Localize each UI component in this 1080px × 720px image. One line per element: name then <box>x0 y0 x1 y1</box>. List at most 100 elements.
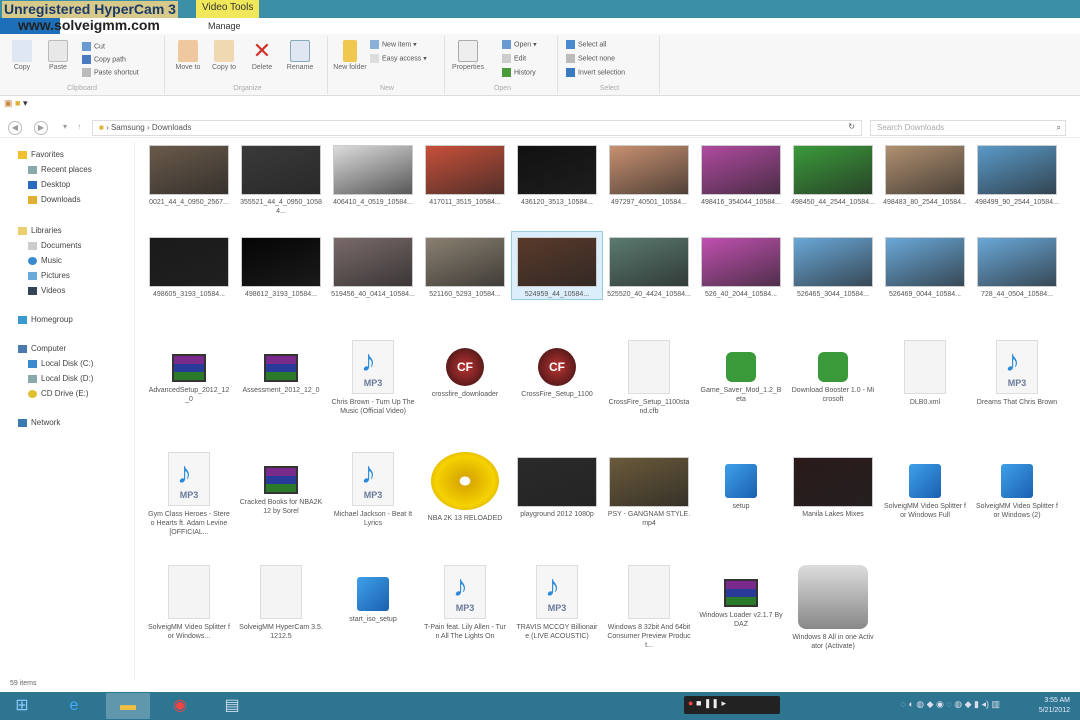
nav-videos[interactable]: Videos <box>28 286 65 295</box>
delete-button[interactable]: ✕ Delete <box>244 40 280 72</box>
file-item[interactable]: Assessment_2012_12_0 <box>236 340 326 395</box>
search-input[interactable]: Search Downloads ⌕ <box>870 120 1066 136</box>
file-item[interactable]: CF crossfire_downloader <box>420 340 510 399</box>
file-item[interactable]: 526469_0044_10584... <box>880 232 970 299</box>
file-item[interactable]: 498605_3193_10584... <box>144 232 234 299</box>
record-icon[interactable]: ● <box>688 698 693 708</box>
file-item[interactable]: 498416_354044_10584... <box>696 140 786 207</box>
nav-network[interactable]: Network <box>18 418 60 427</box>
new-item-button[interactable]: New item ▾ <box>370 40 417 49</box>
easy-access-button[interactable]: Easy access ▾ <box>370 54 427 63</box>
file-item[interactable]: ♪ MP3 Dreams That Chris Brown <box>972 340 1062 407</box>
back-button[interactable]: ◀ <box>8 121 22 135</box>
clock[interactable]: 3:55 AM 5/21/2012 <box>1039 696 1070 716</box>
file-item[interactable]: 526465_3044_10584... <box>788 232 878 299</box>
file-item[interactable]: ♪ MP3 TRAVIS MCCOY Billionaire (LIVE ACOUS… <box>512 565 602 641</box>
file-item[interactable]: 497297_40501_10584... <box>604 140 694 207</box>
file-item[interactable]: 406410_4_0519_10584... <box>328 140 418 207</box>
system-tray[interactable]: ◌ ◐ ◍ ◆ ◉ ◌ ◍ ◆ ▮ ◂) ▥ <box>900 699 1000 710</box>
file-item[interactable]: Download Booster 1.0 - Microsoft <box>788 340 878 404</box>
copy-to-button[interactable]: Copy to <box>206 40 242 71</box>
hypercam-recorder-controls[interactable]: ● ■ ❚❚ ▸ <box>684 696 780 714</box>
tab-manage[interactable]: Manage <box>208 21 241 31</box>
refresh-icon[interactable]: ↻ <box>848 122 855 131</box>
file-item[interactable]: 436120_3513_10584... <box>512 140 602 207</box>
cut-button[interactable]: Cut <box>82 42 105 51</box>
file-item[interactable]: NBA 2K 13 RELOADED <box>420 452 510 523</box>
customize-dropdown-icon[interactable]: ▾ <box>23 98 28 108</box>
file-item[interactable]: playground 2012 1080p <box>512 452 602 519</box>
copy-button[interactable]: Copy <box>4 40 40 71</box>
file-item[interactable]: 524959_44_10584... <box>511 231 603 300</box>
nav-pictures[interactable]: Pictures <box>28 271 70 280</box>
taskbar-google-chrome[interactable]: ◉ <box>158 693 202 719</box>
nav-recent-places[interactable]: Recent places <box>28 165 92 174</box>
invert-selection-button[interactable]: Invert selection <box>566 68 625 77</box>
nav-homegroup[interactable]: Homegroup <box>18 315 73 324</box>
file-item[interactable]: Game_Saver_Mod_1.2_Beta <box>696 340 786 404</box>
rename-button[interactable]: Rename <box>282 40 318 71</box>
paste-shortcut-button[interactable]: Paste shortcut <box>82 68 139 77</box>
file-item[interactable]: ♪ MP3 Chris Brown - Turn Up The Music (Off… <box>328 340 418 416</box>
paste-button[interactable]: Paste <box>40 40 76 71</box>
file-item[interactable]: CF CrossFire_Setup_1100 <box>512 340 602 399</box>
file-item[interactable]: Cracked Books for NBA2K12 by Sorel <box>236 452 326 516</box>
properties-icon[interactable]: ▣ <box>4 98 13 108</box>
address-path[interactable]: ■ › Samsung › Downloads ↻ <box>92 120 862 136</box>
file-item[interactable]: 526_40_2044_10584... <box>696 232 786 299</box>
up-button[interactable]: ↑ <box>72 121 86 135</box>
file-item[interactable]: 498612_3193_10584... <box>236 232 326 299</box>
breadcrumb-samsung[interactable]: Samsung <box>111 123 145 132</box>
file-item[interactable]: SolveigMM Video Splitter for Windows... <box>144 565 234 641</box>
taskbar-notepad[interactable]: ▤ <box>210 693 254 719</box>
properties-button[interactable]: Properties <box>450 40 486 71</box>
nav-cd-drive[interactable]: CD Drive (E:) <box>28 389 89 398</box>
taskbar-file-explorer[interactable]: ▬ <box>106 693 150 719</box>
nav-documents[interactable]: Documents <box>28 241 81 250</box>
file-item[interactable]: start_iso_setup <box>328 565 418 624</box>
nav-favorites[interactable]: Favorites <box>18 150 64 159</box>
file-item[interactable]: 728_44_0504_10584... <box>972 232 1062 299</box>
file-item[interactable]: setup <box>696 452 786 511</box>
file-item[interactable]: 521160_5293_10584... <box>420 232 510 299</box>
nav-downloads[interactable]: Downloads <box>28 195 81 204</box>
file-item[interactable]: SolveigMM HyperCam 3.5.1212.5 <box>236 565 326 641</box>
file-item[interactable]: 525520_40_4424_10584... <box>604 232 694 299</box>
copy-path-button[interactable]: Copy path <box>82 55 126 64</box>
nav-computer[interactable]: Computer <box>18 344 66 353</box>
taskbar-internet-explorer[interactable]: e <box>52 693 96 719</box>
nav-local-disk-c[interactable]: Local Disk (C:) <box>28 359 93 368</box>
open-button[interactable]: Open ▾ <box>502 40 537 49</box>
move-to-button[interactable]: Move to <box>170 40 206 71</box>
nav-local-disk-d[interactable]: Local Disk (D:) <box>28 374 93 383</box>
nav-libraries[interactable]: Libraries <box>18 226 62 235</box>
file-item[interactable]: 355521_44_4_0950_10584... <box>236 140 326 216</box>
file-item[interactable]: 417011_3515_10584... <box>420 140 510 207</box>
history-button[interactable]: History <box>502 68 536 77</box>
start-button[interactable]: ⊞ <box>0 693 44 719</box>
file-item[interactable]: ♪ MP3 Michael Jackson - Beat It Lyrics <box>328 452 418 528</box>
file-item[interactable]: 498450_44_2544_10584... <box>788 140 878 207</box>
nav-music[interactable]: Music <box>28 256 62 265</box>
breadcrumb-downloads[interactable]: Downloads <box>152 123 192 132</box>
file-item[interactable]: ♪ MP3 T-Pain feat. Lily Allen - Turn All T… <box>420 565 510 641</box>
file-item[interactable]: Windows 8 32bit And 64bit Consumer Previ… <box>604 565 694 650</box>
new-folder-icon[interactable]: ■ <box>15 98 20 108</box>
file-item[interactable]: 498483_80_2544_10584... <box>880 140 970 207</box>
forward-button[interactable]: ▶ <box>34 121 48 135</box>
file-item[interactable]: ♪ MP3 Gym Class Heroes - Stereo Hearts ft.… <box>144 452 234 537</box>
nav-desktop[interactable]: Desktop <box>28 180 70 189</box>
file-item[interactable]: Windows Loader v2.1.7 By DAZ <box>696 565 786 629</box>
new-folder-button[interactable]: New folder <box>332 40 368 71</box>
file-item[interactable]: PSY - GANGNAM STYLE.mp4 <box>604 452 694 528</box>
file-item[interactable]: AdvancedSetup_2012_12_0 <box>144 340 234 404</box>
select-none-button[interactable]: Select none <box>566 54 615 63</box>
file-item[interactable]: SolveigMM Video Splitter for Windows (2) <box>972 452 1062 520</box>
recent-locations-icon[interactable]: ▾ <box>58 121 72 135</box>
file-item[interactable]: 519456_40_0414_10584... <box>328 232 418 299</box>
file-item[interactable]: Windows 8 All in one Activator (Activate… <box>788 565 878 651</box>
file-item[interactable]: Manila Lakes Mixes <box>788 452 878 519</box>
file-item[interactable]: CrossFire_Setup_1100stand.cfb <box>604 340 694 416</box>
file-item[interactable]: 498499_90_2544_10584... <box>972 140 1062 207</box>
edit-button[interactable]: Edit <box>502 54 526 63</box>
